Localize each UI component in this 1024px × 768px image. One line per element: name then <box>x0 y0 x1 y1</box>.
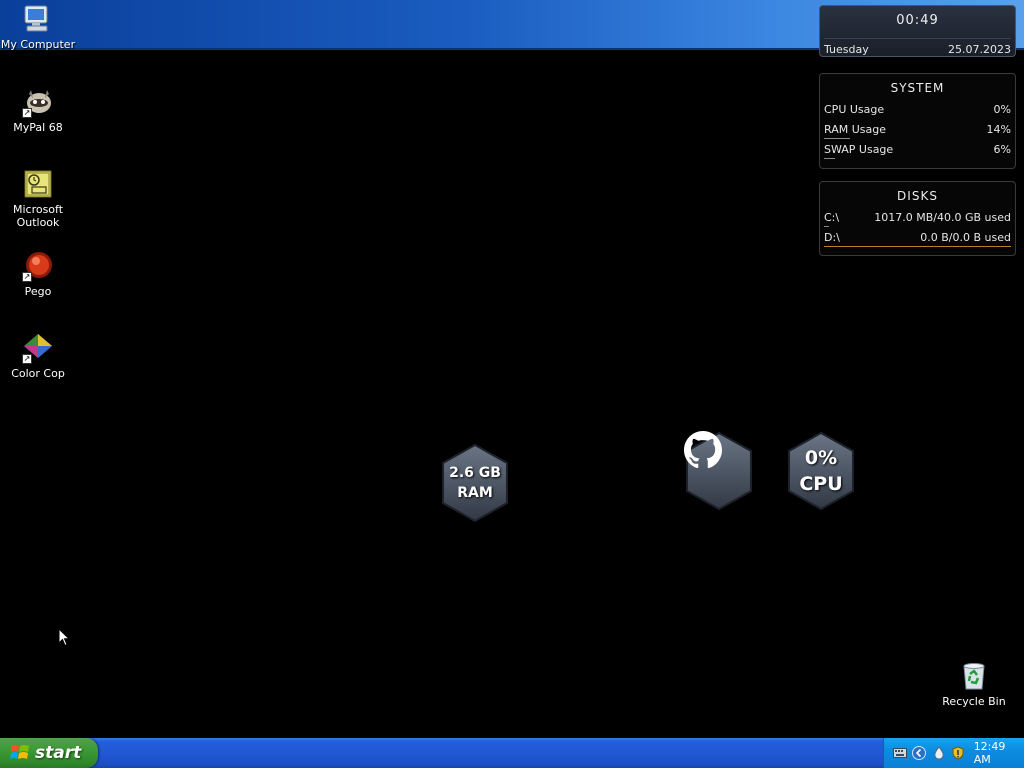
stat-label: RAM Usage <box>824 123 886 136</box>
system-widget-title: SYSTEM <box>890 81 945 95</box>
desktop-icon-label: Recycle Bin <box>942 695 1006 708</box>
stat-label: CPU Usage <box>824 103 885 116</box>
clock-time: 00:49 <box>896 13 939 28</box>
desktop-icon-my-computer[interactable]: My Computer <box>0 3 76 51</box>
desktop-icon-outlook[interactable]: Microsoft Outlook <box>0 168 76 229</box>
desktop-icon-label: Color Cop <box>11 367 65 380</box>
stat-label: C:\ <box>824 211 840 224</box>
ram-hex-text: 2.6 GB RAM <box>440 443 510 523</box>
desktop-icon-pego[interactable]: ↗ Pego <box>0 250 76 298</box>
outlook-icon <box>22 168 54 200</box>
desktop-icon-label: MyPal 68 <box>13 121 63 134</box>
cpu-hex-text: 0% CPU <box>786 431 856 511</box>
stat-value: 14% <box>986 123 1011 136</box>
cpu-label: CPU <box>799 473 843 495</box>
desktop-icon-label: Pego <box>24 285 52 298</box>
windows-logo-icon <box>10 745 29 759</box>
disk-row-c: C:\ 1017.0 MB/40.0 GB used <box>824 209 1011 229</box>
shortcut-arrow-icon: ↗ <box>22 108 32 118</box>
recycle-bin-icon <box>958 660 990 692</box>
water-drop-icon[interactable] <box>931 745 946 761</box>
stat-label: SWAP Usage <box>824 143 894 156</box>
chevron-left-icon[interactable] <box>911 745 927 761</box>
start-label: start <box>35 743 82 763</box>
shortcut-arrow-icon: ↗ <box>22 354 32 364</box>
desktop-icon-color-cop[interactable]: ↗ Color Cop <box>0 332 76 380</box>
stat-value: 0.0 B/0.0 B used <box>920 231 1011 244</box>
mouse-cursor-icon <box>58 628 70 647</box>
system-row-cpu: CPU Usage 0% <box>824 101 1011 121</box>
shortcut-arrow-icon: ↗ <box>22 272 32 282</box>
stat-value: 6% <box>993 143 1011 156</box>
stat-label: D:\ <box>824 231 840 244</box>
clock-date: 25.07.2023 <box>948 43 1011 56</box>
cpu-hex-widget[interactable]: 0% CPU <box>786 431 856 511</box>
start-button[interactable]: start <box>0 738 98 768</box>
system-row-swap: SWAP Usage 6% <box>824 141 1011 161</box>
system-widget: SYSTEM CPU Usage 0% RAM Usage 14% SWAP U… <box>819 73 1016 169</box>
desktop-icon-recycle-bin[interactable]: Recycle Bin <box>936 660 1012 708</box>
system-tray: 12:49 AM <box>883 738 1024 768</box>
my-computer-icon <box>22 3 54 35</box>
security-shield-icon[interactable] <box>950 745 965 761</box>
desktop: My Computer ↗ MyPal 68 Microsoft Outlook… <box>0 0 1024 738</box>
clock-date-row: Tuesday 25.07.2023 <box>824 38 1011 56</box>
disks-widget-title: DISKS <box>897 189 938 203</box>
disks-widget: DISKS C:\ 1017.0 MB/40.0 GB used D:\ 0.0… <box>819 181 1016 256</box>
clock-day: Tuesday <box>824 43 869 56</box>
stat-value: 0% <box>993 103 1011 116</box>
desktop-icon-label: Microsoft Outlook <box>12 203 64 229</box>
ram-value: 2.6 GB <box>449 465 501 481</box>
pego-icon: ↗ <box>22 250 54 282</box>
cpu-value: 0% <box>804 447 838 469</box>
ram-label: RAM <box>457 485 493 501</box>
clock-widget: 00:49 Tuesday 25.07.2023 <box>819 5 1016 57</box>
mypal-icon: ↗ <box>22 86 54 118</box>
github-icon <box>684 431 754 511</box>
tray-clock[interactable]: 12:49 AM <box>974 740 1024 766</box>
ram-hex-widget[interactable]: 2.6 GB RAM <box>440 443 510 523</box>
disk-row-d: D:\ 0.0 B/0.0 B used <box>824 229 1011 249</box>
github-hex-widget[interactable] <box>684 431 754 511</box>
stat-value: 1017.0 MB/40.0 GB used <box>874 211 1011 224</box>
desktop-icon-label: My Computer <box>0 38 76 51</box>
taskbar: start 12:49 AM <box>0 738 1024 768</box>
desktop-icon-mypal[interactable]: ↗ MyPal 68 <box>0 86 76 134</box>
keyboard-icon[interactable] <box>892 745 907 761</box>
color-cop-icon: ↗ <box>22 332 54 364</box>
system-row-ram: RAM Usage 14% <box>824 121 1011 141</box>
